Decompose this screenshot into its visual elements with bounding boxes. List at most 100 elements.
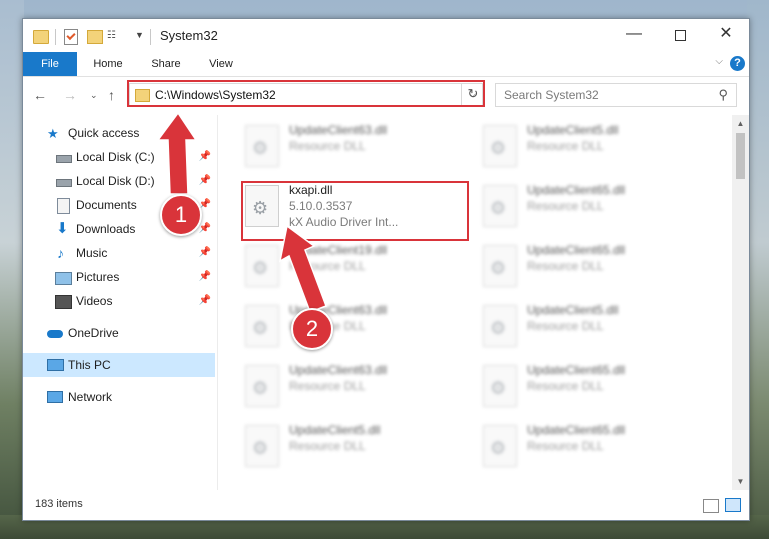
maximize-icon xyxy=(674,30,686,41)
window-title: System32 xyxy=(160,28,218,43)
annotation-highlight-box-file xyxy=(241,181,469,241)
file-tile[interactable]: UpdateClient5.dll Resource DLL xyxy=(483,121,683,177)
sidebar-item-onedrive[interactable]: OneDrive xyxy=(23,321,215,345)
folder-icon xyxy=(33,30,49,44)
minimize-button[interactable]: — xyxy=(611,19,657,51)
close-button[interactable]: ✕ xyxy=(703,19,749,51)
file-type: Resource DLL xyxy=(527,439,604,453)
search-input[interactable]: Search System32 xyxy=(504,88,599,102)
file-name: UpdateClient19.dll xyxy=(289,243,388,257)
file-name: UpdateClient65.dll xyxy=(527,423,626,437)
annotation-marker-1: 1 xyxy=(160,194,202,236)
file-tile[interactable]: UpdateClient5.dll Resource DLL xyxy=(483,301,683,357)
file-type: Resource DLL xyxy=(289,379,366,393)
sidebar-item-videos[interactable]: Videos 📌 xyxy=(23,289,215,313)
scrollbar-thumb[interactable] xyxy=(736,133,745,179)
explorer-window: ☷ ▼ System32 — ✕ File Home Share View ⌵ … xyxy=(22,18,750,521)
sidebar-item-label: Local Disk (D:) xyxy=(76,174,155,188)
file-tile[interactable]: UpdateClient65.dll Resource DLL xyxy=(483,181,683,237)
sidebar-item-label: Music xyxy=(76,246,108,260)
back-button[interactable]: ← xyxy=(33,87,47,103)
pin-icon[interactable]: 📌 xyxy=(199,241,211,265)
sidebar-item-pictures[interactable]: Pictures 📌 xyxy=(23,265,215,289)
computer-icon xyxy=(47,359,64,371)
up-button[interactable]: ↑ xyxy=(108,87,115,103)
scroll-up-icon[interactable]: ▲ xyxy=(732,115,749,132)
sidebar-item-local-disk-c[interactable]: Local Disk (C:) 📌 xyxy=(23,145,215,169)
file-type: Resource DLL xyxy=(527,199,604,213)
pin-icon[interactable]: 📌 xyxy=(199,265,211,289)
file-tile[interactable]: UpdateClient63.dll Resource DLL xyxy=(245,301,445,357)
forward-button[interactable]: → xyxy=(63,87,77,103)
new-folder-icon[interactable] xyxy=(87,30,103,44)
dll-file-icon xyxy=(245,245,279,287)
download-arrow-icon: ⬇ xyxy=(56,220,69,237)
recent-locations-icon[interactable]: ⌄ xyxy=(90,90,98,101)
sidebar-item-network[interactable]: Network xyxy=(23,385,215,409)
file-tile[interactable]: UpdateClient5.dll Resource DLL xyxy=(245,421,445,477)
file-name: UpdateClient5.dll xyxy=(527,303,619,317)
drive-icon xyxy=(56,179,72,187)
search-box[interactable]: Search System32 ⚲ xyxy=(495,83,737,107)
sidebar-item-label: Downloads xyxy=(76,222,136,236)
file-type: Resource DLL xyxy=(527,379,604,393)
scroll-down-icon[interactable]: ▼ xyxy=(732,473,749,490)
pin-icon[interactable]: 📌 xyxy=(199,169,211,193)
file-name: UpdateClient65.dll xyxy=(527,183,626,197)
picture-icon xyxy=(55,272,72,285)
sidebar-item-music[interactable]: ♪ Music 📌 xyxy=(23,241,215,265)
expand-ribbon-icon[interactable]: ⌵ xyxy=(715,56,723,67)
navigation-bar: ← → ⌄ ↑ C:\Windows\System32 ⌵ ↻ Search S… xyxy=(23,77,749,115)
annotation-highlight-box-address xyxy=(127,80,485,107)
dll-file-icon xyxy=(245,305,279,347)
search-icon[interactable]: ⚲ xyxy=(718,87,728,103)
file-list: UpdateClient63.dll Resource DLL kxapi.dl… xyxy=(219,115,733,490)
sidebar-item-label: Quick access xyxy=(68,126,140,140)
sidebar-item-label: Videos xyxy=(76,294,113,308)
vertical-scrollbar[interactable]: ▲ ▼ xyxy=(732,115,749,490)
file-name: UpdateClient63.dll xyxy=(289,123,388,137)
dll-file-icon xyxy=(245,425,279,467)
help-icon[interactable]: ? xyxy=(730,56,745,71)
pane-divider[interactable] xyxy=(217,115,218,490)
customize-icon[interactable]: ☷ xyxy=(107,30,119,42)
sidebar-item-local-disk-d[interactable]: Local Disk (D:) 📌 xyxy=(23,169,215,193)
tiles-view-button[interactable] xyxy=(725,498,741,512)
sidebar-item-this-pc[interactable]: This PC xyxy=(23,353,215,377)
drive-icon xyxy=(56,155,72,163)
tab-view[interactable]: View xyxy=(199,52,243,76)
file-name: UpdateClient5.dll xyxy=(289,423,381,437)
tab-file[interactable]: File xyxy=(23,52,77,76)
file-tile[interactable]: UpdateClient63.dll Resource DLL xyxy=(245,361,445,417)
file-tile[interactable]: UpdateClient65.dll Resource DLL xyxy=(483,241,683,297)
dll-file-icon xyxy=(483,425,517,467)
file-type: Resource DLL xyxy=(289,439,366,453)
details-view-button[interactable] xyxy=(703,499,719,513)
sidebar-item-label: Network xyxy=(68,390,113,404)
maximize-button[interactable] xyxy=(657,19,703,51)
tab-share[interactable]: Share xyxy=(143,52,189,76)
file-type: Resource DLL xyxy=(289,259,366,273)
title-bar: ☷ ▼ System32 — ✕ xyxy=(23,19,749,51)
sidebar-item-quick-access[interactable]: ★ Quick access xyxy=(23,121,215,145)
file-tile[interactable]: UpdateClient65.dll Resource DLL xyxy=(483,421,683,477)
file-type: Resource DLL xyxy=(527,319,604,333)
quick-access-dropdown-icon[interactable]: ▼ xyxy=(135,30,144,46)
file-tile[interactable]: UpdateClient65.dll Resource DLL xyxy=(483,361,683,417)
film-icon xyxy=(55,295,72,309)
tab-home[interactable]: Home xyxy=(85,52,131,76)
file-name: UpdateClient65.dll xyxy=(527,363,626,377)
properties-icon[interactable] xyxy=(64,29,78,45)
sidebar-item-label: Pictures xyxy=(76,270,120,284)
pin-icon[interactable]: 📌 xyxy=(199,145,211,169)
sidebar-item-label: This PC xyxy=(68,358,111,372)
file-tile[interactable]: UpdateClient63.dll Resource DLL xyxy=(245,121,445,177)
desktop-background-right xyxy=(747,0,769,539)
pin-icon[interactable]: 📌 xyxy=(199,289,211,313)
item-count: 183 items xyxy=(35,498,83,510)
dll-file-icon xyxy=(483,245,517,287)
desktop-background-left xyxy=(0,0,24,539)
dll-file-icon xyxy=(483,125,517,167)
file-tile[interactable]: UpdateClient19.dll Resource DLL xyxy=(245,241,445,297)
network-icon xyxy=(47,391,63,403)
